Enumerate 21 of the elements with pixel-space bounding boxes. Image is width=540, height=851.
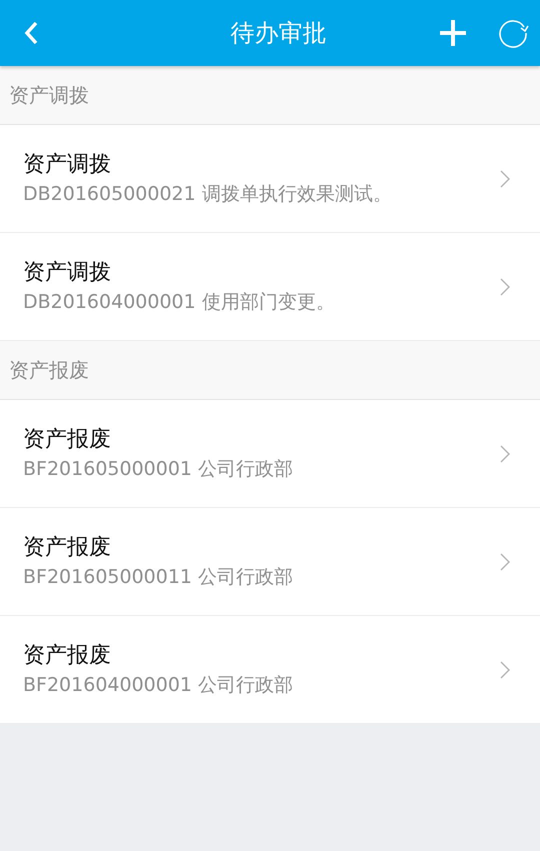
chevron-icon [500, 660, 510, 678]
item-subtitle: BF201605000011 公司行政部 [23, 564, 294, 590]
item-title: 资产调拨 [23, 258, 112, 286]
item-title: 资产报废 [23, 642, 112, 670]
section-header: 资产调拨 [0, 66, 540, 125]
add-icon[interactable] [439, 19, 467, 47]
refresh-icon[interactable] [497, 18, 529, 48]
item-subtitle: BF201604000001 公司行政部 [23, 672, 294, 698]
item-title: 资产调拨 [23, 150, 112, 178]
item-subtitle: DB201605000021 调拨单执行效果测试。 [23, 182, 393, 206]
item-title: 资产报废 [23, 534, 112, 562]
chevron-icon [500, 278, 510, 296]
item-subtitle: DB201604000001 使用部门变更。 [23, 290, 336, 314]
item-subtitle: BF201605000001 公司行政部 [23, 456, 294, 482]
page-title: 待办审批 [230, 18, 328, 49]
back-icon[interactable] [24, 21, 38, 45]
chevron-icon [500, 170, 510, 188]
chevron-icon [500, 444, 510, 462]
section-header: 资产报废 [0, 341, 540, 400]
chevron-icon [500, 552, 510, 570]
item-title: 资产报废 [23, 426, 112, 454]
